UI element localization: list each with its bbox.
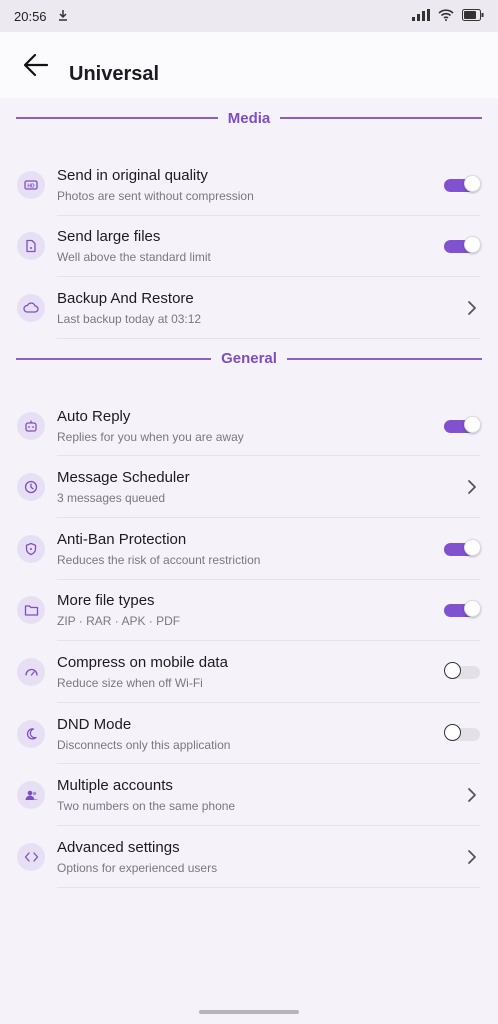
setting-message-scheduler[interactable]: Message Scheduler 3 messages queued: [0, 456, 498, 518]
status-bar: 20:56: [0, 0, 498, 32]
home-indicator[interactable]: [199, 1010, 299, 1014]
setting-title: Message Scheduler: [57, 469, 190, 487]
setting-subtitle: Reduces the risk of account restriction: [57, 552, 261, 567]
setting-subtitle: Options for experienced users: [57, 860, 218, 875]
setting-subtitle: 3 messages queued: [57, 491, 166, 506]
hd-icon: HD: [17, 170, 45, 199]
setting-title: Send in original quality: [57, 166, 208, 184]
back-button[interactable]: [16, 45, 56, 85]
toggle-switch[interactable]: [444, 236, 481, 256]
chevron-right-icon[interactable]: [462, 298, 482, 318]
arrow-left-icon: [23, 53, 49, 77]
setting-backup-restore[interactable]: Backup And Restore Last backup today at …: [0, 277, 498, 339]
svg-text:HD: HD: [27, 183, 35, 189]
setting-auto-reply[interactable]: Auto Reply Replies for you when you are …: [0, 395, 498, 457]
status-time: 20:56: [14, 8, 47, 24]
section-header-general: General: [0, 339, 498, 379]
setting-subtitle: Well above the standard limit: [57, 250, 211, 265]
setting-advanced-settings[interactable]: Advanced settings Options for experience…: [0, 826, 498, 888]
divider: [280, 117, 483, 119]
toggle-switch[interactable]: [444, 538, 481, 559]
divider: [16, 357, 212, 360]
page-title: Universal: [69, 62, 160, 85]
setting-more-file-types[interactable]: More file types ZIP · RAR · APK · PDF: [0, 580, 498, 642]
setting-title: Auto Reply: [57, 407, 131, 425]
setting-compress-mobile-data[interactable]: Compress on mobile data Reduce size when…: [0, 641, 498, 703]
app-bar: Universal: [0, 32, 498, 98]
toggle-switch[interactable]: [444, 174, 481, 195]
section-label: General: [221, 350, 277, 368]
divider: [16, 117, 218, 119]
toggle-switch[interactable]: [444, 600, 481, 620]
chevron-right-icon[interactable]: [462, 477, 482, 497]
shield-icon: [17, 534, 45, 563]
robot-icon: [17, 411, 45, 440]
setting-title: Send large files: [57, 228, 161, 246]
setting-title: Backup And Restore: [57, 289, 194, 307]
folder-icon: [17, 596, 45, 625]
chevron-right-icon[interactable]: [462, 847, 482, 867]
setting-anti-ban-protection[interactable]: Anti-Ban Protection Reduces the risk of …: [0, 518, 498, 580]
code-icon: [17, 842, 45, 871]
chevron-right-icon[interactable]: [462, 785, 482, 805]
setting-subtitle: Disconnects only this application: [57, 737, 231, 752]
setting-title: Anti-Ban Protection: [57, 530, 187, 548]
divider: [286, 357, 482, 360]
setting-send-original-quality[interactable]: HD Send in original quality Photos are s…: [0, 154, 498, 216]
section-header-media: Media: [0, 98, 498, 138]
signal-icon: [412, 8, 430, 24]
setting-subtitle: Photos are sent without compression: [57, 188, 254, 203]
setting-dnd-mode[interactable]: DND Mode Disconnects only this applicati…: [0, 703, 498, 765]
battery-icon: [462, 8, 484, 24]
setting-title: DND Mode: [57, 715, 132, 733]
toggle-switch[interactable]: [444, 661, 480, 682]
toggle-switch[interactable]: [444, 723, 480, 744]
users-icon: [17, 781, 45, 810]
setting-multiple-accounts[interactable]: Multiple accounts Two numbers on the sam…: [0, 764, 498, 826]
setting-title: More file types: [57, 592, 155, 610]
setting-subtitle: Last backup today at 03:12: [57, 311, 202, 326]
setting-subtitle: Reduce size when off Wi-Fi: [57, 675, 203, 690]
setting-title: Advanced settings: [57, 838, 180, 856]
setting-title: Compress on mobile data: [57, 653, 228, 671]
cloud-icon: [17, 293, 45, 322]
setting-subtitle: ZIP · RAR · APK · PDF: [57, 614, 181, 629]
setting-subtitle: Two numbers on the same phone: [57, 799, 236, 814]
wifi-icon: [438, 8, 454, 24]
file-icon: [17, 232, 45, 261]
clock-icon: [17, 473, 45, 502]
setting-title: Multiple accounts: [57, 777, 173, 795]
gauge-icon: [17, 657, 45, 686]
toggle-switch[interactable]: [444, 415, 481, 436]
setting-subtitle: Replies for you when you are away: [57, 429, 244, 444]
setting-send-large-files[interactable]: Send large files Well above the standard…: [0, 216, 498, 278]
section-label: Media: [227, 109, 271, 127]
moon-icon: [17, 719, 45, 748]
download-icon: [57, 9, 69, 24]
